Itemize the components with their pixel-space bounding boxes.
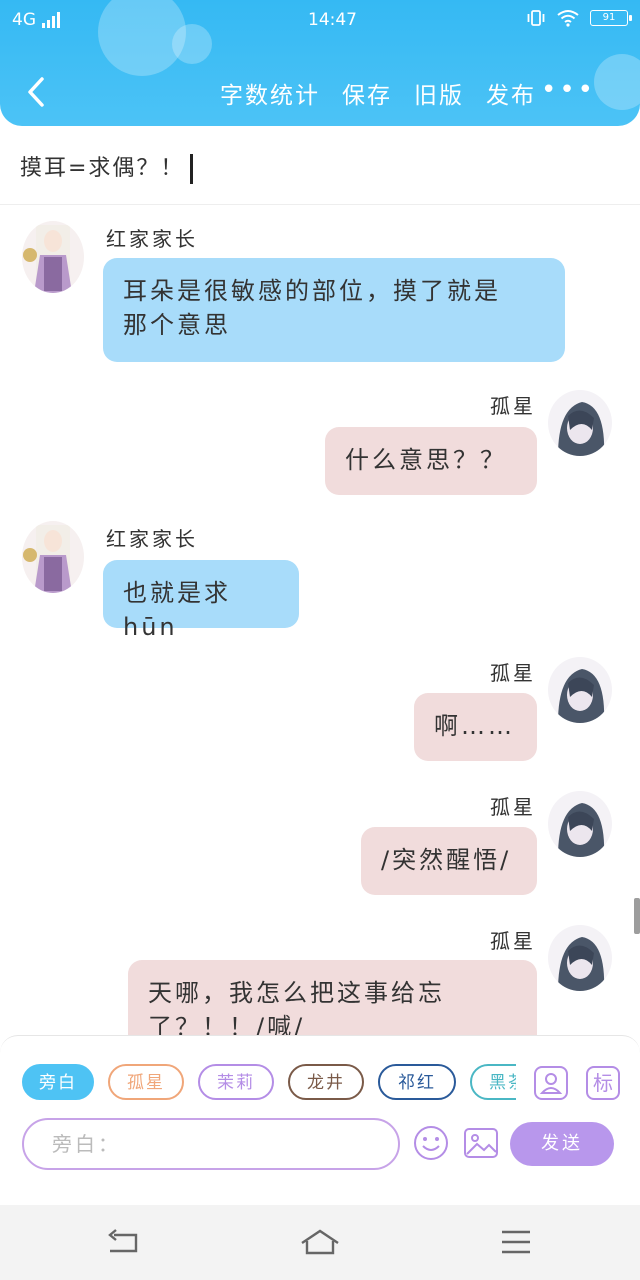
battery-icon: 91 [590, 10, 632, 26]
avatar-hongjia[interactable] [22, 221, 84, 293]
message-line: 耳朵是很敏感的部位，摸了就是 [123, 277, 501, 305]
menu-nav-icon[interactable] [500, 1227, 532, 1257]
sender-name: 孤星 [490, 929, 536, 953]
text-cursor [190, 154, 194, 184]
sender-name: 孤星 [490, 394, 536, 418]
role-chip-row[interactable]: 旁白 孤星 茉莉 龙井 祁红 黑茶 [22, 1064, 516, 1104]
message-line: 什么意思？？ [345, 446, 507, 474]
home-nav-icon[interactable] [299, 1227, 341, 1257]
message-line: 天哪，我怎么把这事给忘 [148, 979, 445, 1007]
publish-button[interactable]: 发布 [486, 76, 536, 110]
message-bubble[interactable]: 什么意思？？ [325, 427, 537, 495]
sender-name: 孤星 [490, 795, 536, 819]
clock: 14:47 [308, 10, 357, 30]
avatar-guxing[interactable] [548, 390, 612, 456]
avatar-guxing[interactable] [548, 657, 612, 723]
image-icon[interactable] [462, 1124, 500, 1162]
more-icon[interactable]: ••• [541, 77, 596, 103]
message-line: /突然醒悟/ [381, 846, 512, 874]
network-type: 4G [12, 10, 36, 30]
sender-name: 孤星 [490, 661, 536, 685]
sender-name: 红家家长 [106, 227, 198, 251]
character-manage-button[interactable] [534, 1066, 568, 1100]
vibrate-icon [527, 10, 545, 26]
scrollbar-thumb[interactable] [634, 898, 640, 934]
story-title[interactable]: 摸耳=求偶？！ [20, 150, 194, 184]
role-chip-narrator[interactable]: 旁白 [22, 1064, 94, 1100]
story-title-text: 摸耳=求偶？！ [20, 156, 185, 181]
app-header: 4G 14:47 91 字数统计 保存 旧版 发布 ••• [0, 0, 640, 126]
tag-button[interactable]: 标 [586, 1066, 620, 1100]
avatar-hongjia[interactable] [22, 521, 84, 593]
send-button[interactable]: 发送 [510, 1122, 614, 1166]
message-input[interactable]: 旁白： [22, 1118, 400, 1170]
role-chip-moli[interactable]: 茉莉 [198, 1064, 274, 1100]
word-count-button[interactable]: 字数统计 [220, 76, 320, 110]
avatar-guxing[interactable] [548, 791, 612, 857]
toolbar: 字数统计 保存 旧版 发布 ••• [0, 72, 640, 112]
status-bar: 4G 14:47 91 [12, 8, 632, 34]
message-bubble[interactable]: 天哪，我怎么把这事给忘 了？！！/喊/ [128, 960, 537, 1035]
back-icon[interactable] [24, 74, 50, 110]
message-line: 那个意思 [123, 311, 231, 339]
save-button[interactable]: 保存 [342, 76, 392, 110]
back-nav-icon[interactable] [106, 1227, 142, 1257]
title-field[interactable]: 摸耳=求偶？！ [0, 126, 640, 205]
message-line: 啊…… [434, 712, 515, 740]
message-line: 了？！！/喊/ [148, 1013, 306, 1035]
old-version-button[interactable]: 旧版 [414, 76, 464, 110]
role-chip-qihong[interactable]: 祁红 [378, 1064, 456, 1100]
role-chip-longjing[interactable]: 龙井 [288, 1064, 364, 1100]
message-bubble[interactable]: /突然醒悟/ [361, 827, 537, 895]
message-bubble[interactable]: 也就是求hūn [103, 560, 299, 641]
wifi-icon [557, 10, 579, 27]
role-chip-guxing[interactable]: 孤星 [108, 1064, 184, 1100]
system-nav-bar [0, 1205, 640, 1280]
sender-name: 红家家长 [106, 527, 198, 551]
emoji-icon[interactable] [412, 1124, 450, 1162]
avatar-guxing[interactable] [548, 925, 612, 991]
signal-icon [42, 12, 60, 28]
person-icon [539, 1073, 563, 1094]
message-bubble[interactable]: 耳朵是很敏感的部位，摸了就是 那个意思 [103, 258, 565, 362]
message-bubble[interactable]: 啊…… [414, 693, 537, 761]
chat-area[interactable]: 红家家长 耳朵是很敏感的部位，摸了就是 那个意思 孤星 什么意思？？ 红家家长 … [0, 205, 640, 1035]
composer-panel: 旁白 孤星 茉莉 龙井 祁红 黑茶 标 旁白： 发送 [0, 1035, 640, 1206]
role-chip-heicha[interactable]: 黑茶 [470, 1064, 516, 1100]
message-line: 也就是求hūn [123, 579, 231, 641]
